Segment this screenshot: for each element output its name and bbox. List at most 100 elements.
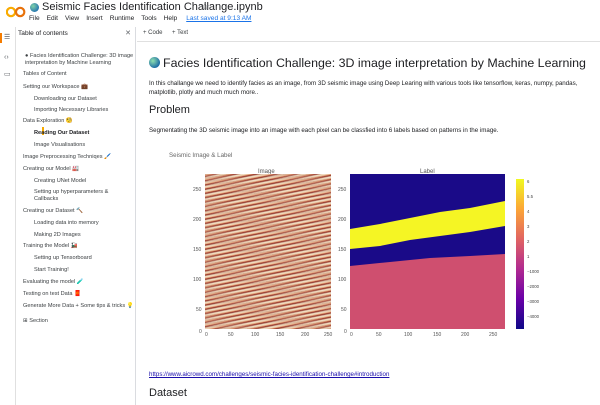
star-icon[interactable]: ☆ (200, 0, 210, 13)
close-icon[interactable]: ✕ (125, 29, 131, 37)
x-tick-label: 50 (376, 332, 382, 338)
toc-item[interactable]: Importing Necessary Libraries (34, 107, 108, 114)
toc-item[interactable]: Setting up Tensorboard (34, 255, 92, 262)
toc-item[interactable]: Callbacks (34, 196, 58, 203)
y-tick-label: 0 (344, 329, 347, 335)
toc-item[interactable]: Image Visualisations (34, 142, 85, 149)
figure-title: Seismic Image & Label (169, 152, 233, 159)
y-tick-label: 150 (193, 247, 202, 253)
colorbar (516, 179, 524, 329)
toc-item[interactable]: Data Exploration 🧐 (23, 118, 73, 125)
page-title-text: Facies Identification Challenge: 3D imag… (163, 56, 586, 70)
facies-layers (350, 174, 505, 329)
seismic-image (205, 174, 331, 329)
x-tick-label: 100 (251, 332, 260, 338)
menu-file[interactable]: File (29, 15, 40, 22)
menu-edit[interactable]: Edit (47, 15, 58, 22)
toc-title: Table of contents (18, 30, 68, 37)
last-saved-link[interactable]: Last saved at 9:13 AM (186, 15, 251, 22)
toc-item[interactable]: Testing on test Data 🧧 (23, 291, 81, 298)
page-title: Facies Identification Challenge: 3D imag… (149, 56, 586, 70)
colorbar-tick: 4 (527, 209, 530, 214)
dataset-heading: Dataset (149, 387, 187, 399)
challenge-link[interactable]: https://www.aicrowd.com/challenges/seism… (149, 371, 389, 378)
add-icon: ⊞ (23, 318, 28, 324)
y-tick-label: 250 (193, 187, 202, 193)
colorbar-tick: −3000 (527, 299, 540, 304)
colorbar-tick: 2 (527, 239, 530, 244)
colorbar-tick: −1000 (527, 269, 540, 274)
add-section-label: Section (29, 318, 48, 324)
menu-insert[interactable]: Insert (86, 15, 103, 22)
menu-runtime[interactable]: Runtime (110, 15, 135, 22)
add-text-button[interactable]: + Text (172, 30, 188, 36)
menu-bar: File Edit View Insert Runtime Tools Help… (29, 15, 251, 22)
notebook-title[interactable]: Seismic Facies Identification Challange.… (42, 1, 263, 13)
toc-item[interactable]: Generate More Data + Some tips & tricks … (23, 303, 134, 310)
toc-item[interactable]: Loading data into memory (34, 220, 99, 227)
top-bar: Seismic Facies Identification Challange.… (0, 0, 600, 27)
x-tick-label: 100 (404, 332, 413, 338)
intro-paragraph: In this challange we need to identify fa… (149, 80, 578, 96)
notebook-globe-icon (30, 3, 39, 12)
y-tick-label: 200 (193, 217, 202, 223)
problem-text: Segmentating the 3D seismic image into a… (149, 127, 499, 134)
facies-label-image (350, 174, 505, 329)
menu-help[interactable]: Help (164, 15, 178, 22)
x-tick-label: 0 (350, 332, 353, 338)
toc-item-active[interactable]: Reading Our Dataset (34, 130, 89, 137)
x-tick-label: 50 (228, 332, 234, 338)
toc-item[interactable]: Creating our Model 🏭 (23, 166, 79, 173)
toc-item[interactable]: Training the Model 🚂 (23, 243, 78, 250)
pink-layer (350, 254, 505, 329)
toc-item[interactable]: Creating our Dataset 🔨 (23, 208, 83, 215)
toc-item[interactable]: Setting up hyperparameters & (34, 189, 108, 196)
toc-item[interactable]: Start Training! (34, 267, 69, 274)
add-code-button[interactable]: + Code (143, 30, 163, 36)
y-tick-label: 100 (193, 277, 202, 283)
toc-item-label: Facies Identification Challenge: 3D imag… (29, 53, 134, 59)
table-of-contents-panel: Table of contents ✕ ● Facies Identificat… (17, 27, 136, 405)
x-tick-label: 200 (461, 332, 470, 338)
y-tick-label: 50 (196, 307, 202, 313)
toc-item[interactable]: Setting our Workspace 💼 (23, 84, 88, 91)
problem-heading: Problem (149, 104, 190, 116)
left-rail: ☰ ‹› ▭ (0, 27, 16, 405)
colorbar-tick: 5.5 (527, 194, 533, 199)
globe-icon (149, 57, 160, 68)
menu-tools[interactable]: Tools (141, 15, 156, 22)
toc-item[interactable]: Making 2D Images (34, 232, 81, 239)
x-tick-label: 150 (433, 332, 442, 338)
colorbar-tick: 3 (527, 224, 530, 229)
toc-item[interactable]: Evaluating the model 🧪 (23, 279, 84, 286)
toc-item[interactable]: interpretation by Machine Learning (25, 60, 111, 67)
y-tick-label: 100 (338, 277, 347, 283)
colorbar-tick: −4000 (527, 314, 540, 319)
files-icon[interactable]: ▭ (4, 71, 11, 79)
colorbar-tick: −2000 (527, 284, 540, 289)
toc-item[interactable]: ● Facies Identification Challenge: 3D im… (25, 53, 133, 60)
toc-item[interactable]: Creating UNet Model (34, 178, 86, 185)
add-section-button[interactable]: ⊞ Section (23, 318, 48, 325)
x-tick-label: 150 (276, 332, 285, 338)
y-tick-label: 250 (338, 187, 347, 193)
y-tick-label: 200 (338, 217, 347, 223)
rail-active-indicator (0, 33, 2, 43)
y-tick-label: 50 (341, 307, 347, 313)
code-snippets-icon[interactable]: ‹› (4, 54, 9, 62)
toc-item[interactable]: Downloading our Dataset (34, 96, 97, 103)
colorbar-tick: 6 (527, 179, 530, 184)
colab-logo[interactable] (6, 5, 26, 19)
x-tick-label: 250 (489, 332, 498, 338)
toc-icon[interactable]: ☰ (4, 34, 10, 42)
y-tick-label: 150 (338, 247, 347, 253)
menu-view[interactable]: View (65, 15, 79, 22)
cell-toolbar: + Code + Text (137, 27, 600, 42)
x-tick-label: 0 (205, 332, 208, 338)
x-tick-label: 200 (301, 332, 310, 338)
x-tick-label: 250 (324, 332, 333, 338)
challenge-link-paragraph: https://www.aicrowd.com/challenges/seism… (149, 370, 589, 379)
notebook-content: Facies Identification Challenge: 3D imag… (137, 42, 600, 405)
toc-item[interactable]: Image Preprocessing Techniqes 🖌️ (23, 154, 111, 161)
toc-item[interactable]: Tables of Content (23, 71, 67, 78)
